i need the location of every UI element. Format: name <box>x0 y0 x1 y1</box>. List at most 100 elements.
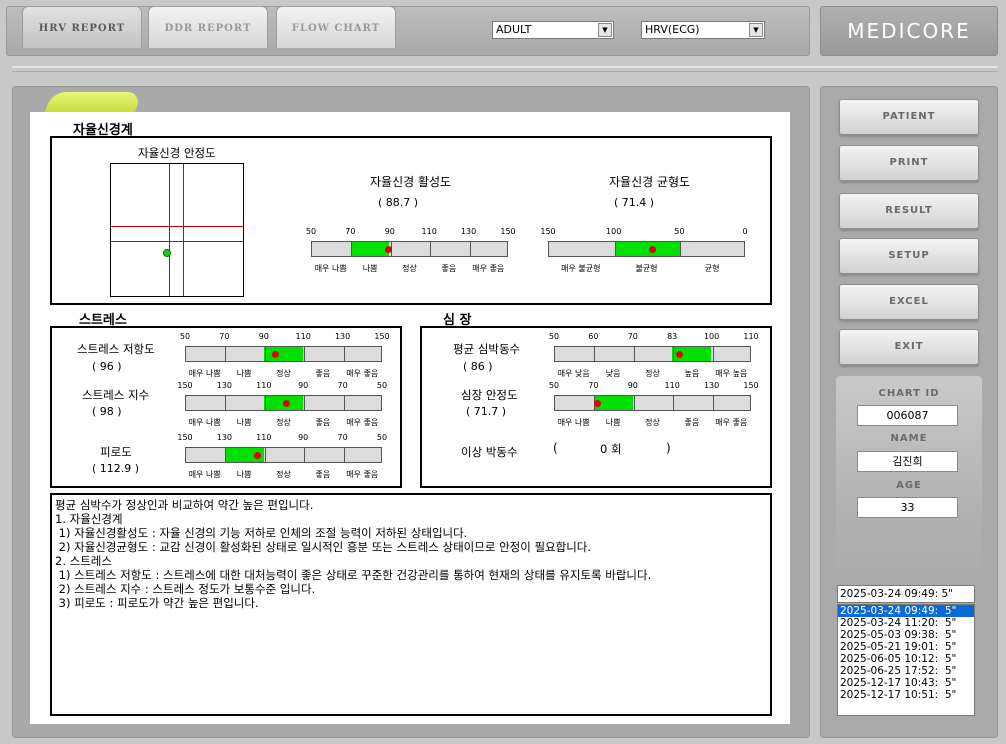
age-field[interactable]: 33 <box>857 497 958 518</box>
gauge-divider <box>614 242 616 256</box>
gauge-marker <box>385 246 392 253</box>
fatigue-gauge: 150 130 110 90 70 50 매우 나쁨 나쁨 정상 좋음 매우 좋음 <box>177 433 387 479</box>
gauge-range-label: 매우 나쁨 <box>188 369 221 378</box>
gauge-bar <box>185 395 382 411</box>
list-item[interactable]: 2025-03-24 09:49: 5" <box>838 605 974 617</box>
divider <box>12 66 998 72</box>
gauge-range-label: 매우 좋음 <box>346 418 379 427</box>
gauge-bar <box>554 346 751 362</box>
gauge-range-label: 좋음 <box>315 470 331 479</box>
tab-hrv-report[interactable]: HRV REPORT <box>22 6 142 48</box>
population-select[interactable]: ADULT ▼ <box>492 21 614 39</box>
gauge-range-label: 균형 <box>704 264 720 273</box>
stress-index-label: 스트레스 지수 <box>82 388 150 402</box>
report-line: 1) 스트레스 저항도 : 스트레스에 대한 대처능력이 좋은 상태로 꾸준한 … <box>55 568 652 582</box>
gauge-tick-label: 50 <box>376 433 388 442</box>
patient-button[interactable]: PATIENT <box>839 99 979 135</box>
balance-gauge: 150 100 50 0 매우 불균형 불균형 균형 <box>540 227 747 273</box>
gauge-tick-label: 130 <box>334 332 351 341</box>
report-line: 평균 심박수가 정상인과 비교하여 약간 높은 편입니다. <box>55 498 314 512</box>
result-button[interactable]: RESULT <box>839 193 979 229</box>
gauge-divider <box>343 448 345 462</box>
gauge-range-label: 매우 좋음 <box>346 369 379 378</box>
gauge-range-label: 좋음 <box>441 264 457 273</box>
panel-tab-decoration <box>44 92 142 114</box>
balance-value: ( 71.4 ) <box>614 196 655 209</box>
gauge-range-label: 높음 <box>684 369 700 378</box>
gauge-marker <box>676 351 683 358</box>
list-item[interactable]: 2025-12-17 10:51: 5" <box>838 689 974 701</box>
gauge-range-label: 낮음 <box>605 369 621 378</box>
gauge-bar <box>311 241 508 257</box>
gauge-fill <box>615 242 680 256</box>
gauge-range-label: 매우 좋음 <box>715 418 748 427</box>
list-item[interactable]: 2025-05-03 09:38: 5" <box>838 629 974 641</box>
gauge-tick-label: 110 <box>664 381 680 390</box>
tab-ddr-report[interactable]: DDR REPORT <box>148 6 268 48</box>
tab-flow-chart[interactable]: FLOW CHART <box>276 6 396 48</box>
gauge-fill <box>352 242 389 256</box>
gauge-divider <box>264 448 266 462</box>
arrhythmia-label: 이상 박동수 <box>461 445 518 459</box>
gauge-range-label: 매우 나쁨 <box>557 418 590 427</box>
gauge-range-label: 매우 나쁨 <box>188 470 221 479</box>
gauge-range-label: 매우 불균형 <box>561 264 601 273</box>
excel-button[interactable]: EXCEL <box>839 284 979 320</box>
list-item[interactable]: 2025-12-17 10:43: 5" <box>838 677 974 689</box>
gauge-range-label: 매우 나쁨 <box>188 418 221 427</box>
list-item[interactable]: 2025-05-21 19:01: 5" <box>838 641 974 653</box>
chart-id-label: CHART ID <box>878 388 940 399</box>
stress-resistance-value: ( 96 ) <box>92 360 122 373</box>
mode-select[interactable]: HRV(ECG) ▼ <box>641 21 765 39</box>
gauge-tick-label: 150 <box>743 381 759 390</box>
gauge-range-label: 나쁨 <box>236 369 252 378</box>
report-line: 2. 스트레스 <box>55 554 112 568</box>
gauge-range-label: 정상 <box>276 418 291 427</box>
gauge-divider <box>712 396 714 410</box>
list-item[interactable]: 2025-06-25 17:52: 5" <box>838 665 974 677</box>
exit-button[interactable]: EXIT <box>839 329 979 365</box>
gauge-tick-label: 150 <box>177 381 193 390</box>
gauge-range-label: 좋음 <box>315 369 331 378</box>
measurement-date-list[interactable]: 2025-03-24 09:49: 5" 2025-03-24 11:20: 5… <box>837 604 975 716</box>
gauge-bar <box>185 346 382 362</box>
chevron-down-icon[interactable]: ▼ <box>749 23 763 37</box>
gauge-range-label: 매우 좋음 <box>472 264 505 273</box>
gauge-range-label: 정상 <box>402 264 417 273</box>
gauge-divider <box>673 396 675 410</box>
age-label: AGE <box>896 480 922 491</box>
setup-button[interactable]: SETUP <box>839 238 979 274</box>
gauge-tick-label: 90 <box>298 381 309 390</box>
gauge-divider <box>343 347 345 361</box>
gauge-fill <box>264 347 303 361</box>
stability-title: 자율신경 안정도 <box>138 146 216 160</box>
report-text[interactable]: 평균 심박수가 정상인과 비교하여 약간 높은 편입니다. 1. 자율신경계 1… <box>50 493 772 716</box>
stability-hline-1 <box>111 226 243 227</box>
gauge-tick-label: 130 <box>460 227 477 236</box>
gauge-marker <box>283 400 290 407</box>
gauge-tick-label: 50 <box>674 227 685 236</box>
list-item[interactable]: 2025-06-05 10:12: 5" <box>838 653 974 665</box>
gauge-marker <box>649 246 656 253</box>
avg-hr-gauge: 50 60 70 83 100 110 매우 낮음 낮음 정상 높음 매우 높음 <box>549 332 759 378</box>
gauge-tick-label: 50 <box>305 227 317 236</box>
list-item[interactable]: 2025-03-24 11:20: 5" <box>838 617 974 629</box>
activity-gauge: 50 70 90 110 130 150 매우 나쁨 나쁨 정상 좋음 매우 좋음 <box>306 227 516 273</box>
gauge-divider <box>680 242 682 256</box>
gauge-tick-label: 150 <box>374 332 390 341</box>
gauge-divider <box>594 347 596 361</box>
gauge-marker <box>254 452 261 459</box>
gauge-divider <box>430 242 432 256</box>
gauge-bar <box>548 241 745 257</box>
measurement-date-combo[interactable]: 2025-03-24 09:49: 5" <box>837 585 975 603</box>
name-field[interactable]: 김진희 <box>857 451 958 472</box>
chevron-down-icon[interactable]: ▼ <box>598 23 612 37</box>
balance-title: 자율신경 균형도 <box>609 175 691 189</box>
gauge-tick-label: 90 <box>627 381 638 390</box>
heart-stability-label: 심장 안정도 <box>461 388 518 402</box>
print-button[interactable]: PRINT <box>839 145 979 181</box>
gauge-tick-label: 150 <box>177 433 193 442</box>
chart-id-field[interactable]: 006087 <box>857 405 958 426</box>
fatigue-value: ( 112.9 ) <box>92 462 140 475</box>
stability-plot <box>110 163 244 297</box>
